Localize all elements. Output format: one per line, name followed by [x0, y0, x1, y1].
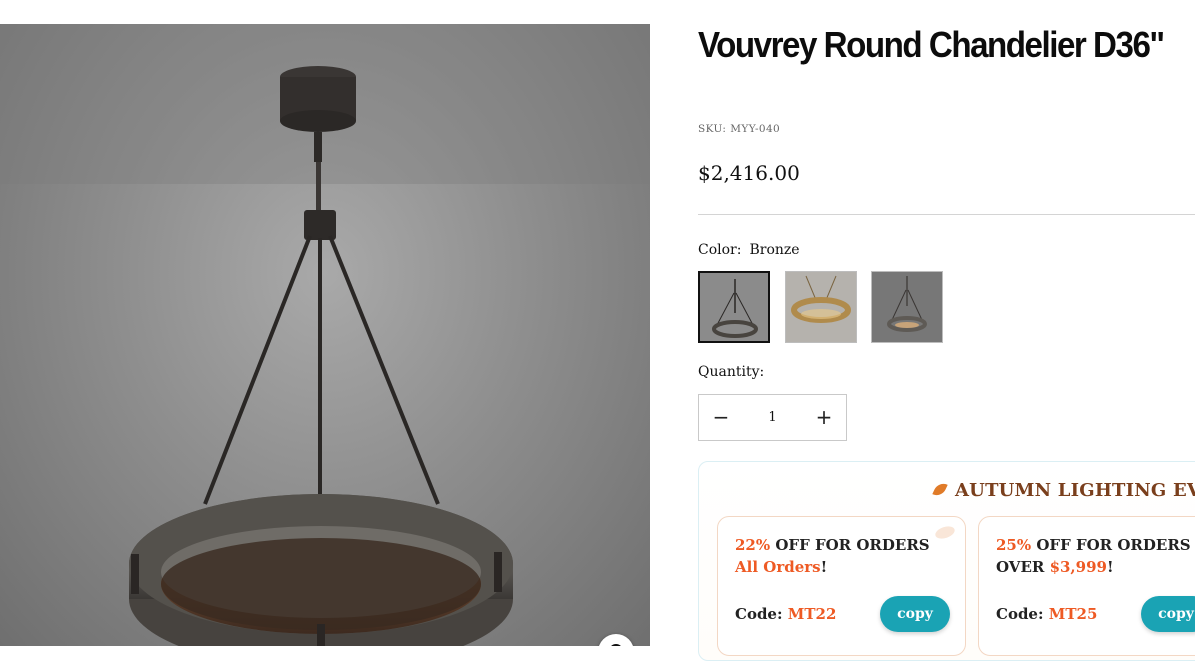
sku-value: MYY-040 — [730, 123, 780, 135]
color-swatch-grey[interactable] — [871, 271, 943, 343]
coupon-code: Code: MT25 — [996, 605, 1097, 623]
product-price: $2,416.00 — [698, 161, 800, 185]
coupon-code: Code: MT22 — [735, 605, 836, 623]
coupon-offer: 22% OFF FOR ORDERS All Orders! — [735, 534, 940, 578]
color-selected-value: Bronze — [749, 242, 799, 258]
sku-label: SKU: — [698, 123, 726, 135]
quantity-input[interactable]: 1 — [743, 395, 802, 440]
swatch-bronze-image — [700, 273, 770, 343]
promo-heading: AUTUMN LIGHTING EVENT — [935, 480, 1195, 501]
coupon-card: 22% OFF FOR ORDERS All Orders! Code: MT22… — [717, 516, 966, 656]
coupon-card: 25% OFF FOR ORDERS OVER $3,999! Code: MT2… — [978, 516, 1195, 656]
coupon-code-label: Code: — [735, 605, 788, 623]
coupon-condition: All Orders — [735, 558, 821, 576]
coupon-condition-prefix: OVER — [996, 558, 1050, 576]
coupon-offer-text: OFF FOR ORDERS — [1031, 536, 1191, 554]
quantity-label: Quantity: — [698, 364, 764, 380]
color-swatch-bronze[interactable] — [698, 271, 770, 343]
product-image[interactable] — [0, 24, 650, 646]
color-swatch-brass[interactable] — [785, 271, 857, 343]
leaf-icon — [932, 481, 947, 499]
coupon-offer-text: OFF FOR ORDERS — [770, 536, 930, 554]
coupon-code-label: Code: — [996, 605, 1049, 623]
coupon-discount: 25% — [996, 536, 1031, 554]
promo-panel: AUTUMN LIGHTING EVENT 22% OFF FOR ORDERS… — [698, 461, 1195, 661]
quantity-decrease-button[interactable]: − — [699, 395, 743, 440]
coupon-suffix: ! — [1107, 558, 1114, 576]
coupon-condition: $3,999 — [1050, 558, 1107, 576]
copy-code-button[interactable]: copy — [880, 596, 950, 632]
coupon-code-value: MT22 — [788, 605, 837, 623]
promo-heading-text: AUTUMN LIGHTING EVENT — [955, 480, 1195, 501]
color-option: Color: Bronze — [698, 242, 800, 258]
coupon-code-value: MT25 — [1049, 605, 1098, 623]
quantity-increase-button[interactable]: + — [802, 395, 846, 440]
coupon-offer: 25% OFF FOR ORDERS OVER $3,999! — [996, 534, 1195, 578]
divider — [698, 214, 1195, 215]
color-label: Color: — [698, 242, 741, 258]
copy-code-button[interactable]: copy — [1141, 596, 1195, 632]
coupon-suffix: ! — [821, 558, 828, 576]
quantity-stepper: − 1 + — [698, 394, 847, 441]
swatch-grey-image — [872, 272, 942, 342]
product-title: Vouvrey Round Chandelier D36" — [698, 24, 1164, 66]
chandelier-photo — [0, 24, 650, 646]
swatch-brass-image — [786, 272, 856, 342]
product-sku: SKU: MYY-040 — [698, 123, 780, 135]
coupon-discount: 22% — [735, 536, 770, 554]
